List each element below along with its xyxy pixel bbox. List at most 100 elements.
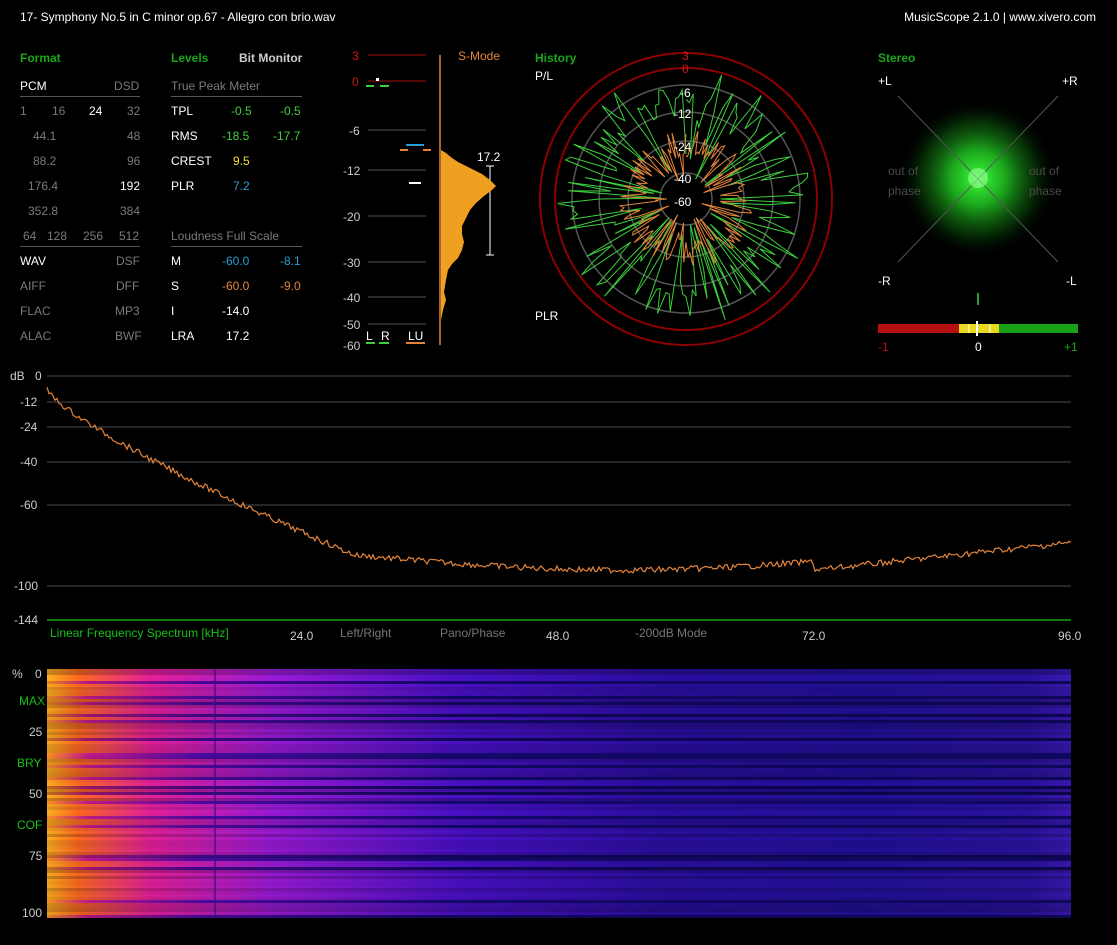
- spectrogram-row: [47, 771, 1071, 774]
- meter-scale-12: -12: [343, 164, 361, 178]
- spectrum-y-144: -144: [14, 613, 39, 627]
- spectrogram-row: [47, 714, 1071, 717]
- spectrogram-row: [47, 789, 1071, 792]
- spectrogram-row: [47, 738, 1071, 741]
- history-ring-3: 3: [682, 49, 689, 63]
- left-right-toggle[interactable]: Left/Right: [340, 626, 391, 640]
- spectrogram-y-75: 75: [29, 849, 43, 863]
- meter-scale-30: -30: [343, 256, 361, 270]
- spectrogram-row: [47, 852, 1071, 855]
- spectrogram-row: [47, 675, 1071, 678]
- spectrogram-row: [47, 690, 1071, 693]
- spectrogram-row: [47, 708, 1071, 711]
- spectrogram-row: [47, 858, 1071, 861]
- correlation-minus-1: -1: [878, 340, 889, 354]
- meter-scale-0: 0: [352, 75, 359, 89]
- spectrogram-row: [47, 894, 1071, 897]
- spectrogram-row: [47, 753, 1071, 756]
- meter-channel-l: L: [366, 329, 373, 343]
- spectrogram-row: [47, 681, 1071, 684]
- spectrum-y-12: -12: [20, 395, 38, 409]
- minus-200db-toggle[interactable]: -200dB Mode: [635, 626, 707, 640]
- spectrogram-dropout: [214, 669, 216, 918]
- out-of-phase-left-1: out of: [888, 164, 919, 178]
- spectrogram-row: [47, 747, 1071, 750]
- history-ring-12: -12: [674, 107, 692, 121]
- history-pl-label: P/L: [535, 69, 554, 83]
- spectrogram-row: [47, 762, 1071, 765]
- stereo-plus-l: +L: [878, 74, 892, 88]
- spectrogram-row: [47, 807, 1071, 810]
- spectrogram-row: [47, 825, 1071, 828]
- spectrogram-y-25: 25: [29, 725, 43, 739]
- spectrogram-row: [47, 744, 1071, 747]
- spectrogram-row: [47, 723, 1071, 726]
- marker-max: MAX: [19, 694, 46, 708]
- spectrogram-row: [47, 726, 1071, 729]
- spectrogram-row: [47, 813, 1071, 816]
- spectrogram-pct-label: %: [12, 667, 23, 681]
- spectrogram-row: [47, 765, 1071, 768]
- spectrum-y-24: -24: [20, 420, 38, 434]
- spectrogram-row: [47, 855, 1071, 858]
- spectrogram-row: [47, 672, 1071, 675]
- spectrogram-row: [47, 906, 1071, 909]
- spectrogram-row: [47, 804, 1071, 807]
- spectrogram: [47, 669, 1071, 918]
- spectrogram-row: [47, 768, 1071, 771]
- graphics-layer: [46, 52, 1078, 918]
- spectrogram-row: [47, 720, 1071, 723]
- spectrogram-y-0: 0: [35, 667, 42, 681]
- spectrogram-row: [47, 699, 1071, 702]
- meter-scale-50: -50: [343, 318, 361, 332]
- spectrogram-row: [47, 711, 1071, 714]
- spectrum-x-96: 96.0: [1058, 629, 1082, 643]
- meter-scale-40: -40: [343, 291, 361, 305]
- history-ring-24: -24: [674, 140, 692, 154]
- out-of-phase-right-1: out of: [1029, 164, 1060, 178]
- pano-phase-toggle[interactable]: Pano/Phase: [440, 626, 505, 640]
- spectrogram-row: [47, 786, 1071, 789]
- spectrogram-row: [47, 777, 1071, 780]
- spectrogram-row: [47, 861, 1071, 864]
- meter-scale-6: -6: [349, 124, 360, 138]
- spectrogram-row: [47, 819, 1071, 822]
- stereo-scope: [897, 95, 1059, 263]
- stereo-minus-l: -L: [1066, 274, 1077, 288]
- spectrogram-row: [47, 843, 1071, 846]
- spectrogram-row: [47, 900, 1071, 903]
- spectrogram-row: [47, 687, 1071, 690]
- loudness-histogram: [441, 150, 496, 320]
- spectrogram-row: [47, 828, 1071, 831]
- spectrogram-row: [47, 798, 1071, 801]
- correlation-plus-1: +1: [1064, 340, 1078, 354]
- spectrogram-row: [47, 903, 1071, 906]
- spectrogram-row: [47, 873, 1071, 876]
- spectrogram-row: [47, 897, 1071, 900]
- spectrogram-row: [47, 792, 1071, 795]
- spectrogram-row: [47, 876, 1071, 879]
- spectrogram-row: [47, 732, 1071, 735]
- spectrum-curve: [46, 387, 1072, 574]
- spectrum-db-label: dB: [10, 369, 25, 383]
- history-plr-label: PLR: [535, 309, 559, 323]
- meter-scale-3: 3: [352, 49, 359, 63]
- spectrogram-row: [47, 912, 1071, 915]
- stereo-minus-r: -R: [878, 274, 891, 288]
- spectrum-x-72: 72.0: [802, 629, 826, 643]
- spectrogram-row: [47, 783, 1071, 786]
- spectrogram-row: [47, 696, 1071, 699]
- spectrogram-row: [47, 867, 1071, 870]
- spectrogram-row: [47, 780, 1071, 783]
- spectrum-mode-label[interactable]: Linear Frequency Spectrum [kHz]: [50, 626, 229, 640]
- spectrogram-row: [47, 756, 1071, 759]
- spectrogram-row: [47, 795, 1071, 798]
- smode-toggle[interactable]: S-Mode: [458, 49, 500, 63]
- spectrum-grid: [47, 375, 1071, 621]
- spectrogram-row: [47, 864, 1071, 867]
- correlation-meter: [878, 293, 1078, 336]
- spectrogram-row: [47, 693, 1071, 696]
- spectrogram-y-50: 50: [29, 787, 43, 801]
- spectrum-y-100: -100: [14, 579, 39, 593]
- spectrogram-row: [47, 705, 1071, 708]
